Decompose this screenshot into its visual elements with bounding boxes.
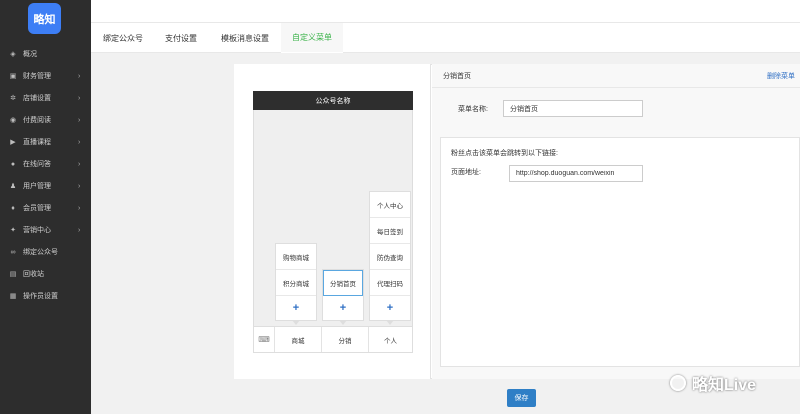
submenu-column-mall: 购物商城 积分商城 + bbox=[275, 243, 317, 325]
operator-icon: ▦ bbox=[9, 293, 17, 300]
sidebar-item-marketing[interactable]: ✦ 营销中心 › bbox=[0, 219, 91, 241]
watermark: 略知Live bbox=[670, 371, 756, 395]
sidebar-item-label: 绑定公众号 bbox=[23, 249, 58, 256]
sidebar-item-label: 用户管理 bbox=[23, 183, 51, 190]
sidebar-item-label: 直播课程 bbox=[23, 139, 51, 146]
sidebar-item-recycle-bin[interactable]: ▤ 回收站 bbox=[0, 263, 91, 285]
menu-name-label: 菜单名称: bbox=[458, 106, 488, 113]
chevron-right-icon: › bbox=[78, 94, 81, 102]
menu-item-mall[interactable]: 商城 bbox=[274, 327, 321, 352]
edit-header bbox=[432, 64, 800, 88]
page-url-label: 页面地址: bbox=[451, 169, 481, 176]
menu-item-personal[interactable]: 个人 bbox=[368, 327, 412, 352]
submenu-caret bbox=[292, 320, 300, 325]
sidebar-item-label: 付费阅读 bbox=[23, 117, 51, 124]
sidebar-item-label: 财务管理 bbox=[23, 73, 51, 80]
sidebar-item-label: 操作员设置 bbox=[23, 293, 58, 300]
submenu-item[interactable]: 积分商城 bbox=[276, 270, 316, 296]
submenu-column-distribution: 分销首页 + bbox=[322, 269, 364, 325]
top-header bbox=[91, 0, 800, 22]
menu-item-distribution[interactable]: 分销 bbox=[321, 327, 368, 352]
member-icon: ♦ bbox=[11, 204, 15, 212]
video-icon: ▶ bbox=[10, 139, 16, 146]
link-icon: ∞ bbox=[10, 248, 16, 256]
save-button[interactable]: 保存 bbox=[507, 389, 536, 407]
page-url-input[interactable] bbox=[509, 165, 643, 182]
delete-menu-link[interactable]: 删除菜单 bbox=[767, 71, 795, 81]
content-hint: 粉丝点击该菜单会跳转到以下链接: bbox=[451, 150, 558, 157]
phone-menu-bar: ⌨ 商城 分销 个人 bbox=[253, 326, 413, 353]
phone-title: 公众号名称 bbox=[253, 91, 413, 110]
sidebar-item-label: 会员管理 bbox=[23, 205, 51, 212]
sidebar-item-bind-account[interactable]: ∞ 绑定公众号 bbox=[0, 241, 91, 263]
tab-bind-account[interactable]: 绑定公众号 bbox=[94, 23, 152, 53]
chevron-right-icon: › bbox=[78, 160, 81, 168]
submenu-item[interactable]: 代理扫码 bbox=[370, 270, 410, 296]
edit-title: 分销首页 bbox=[443, 73, 471, 80]
sidebar-item-overview[interactable]: ◈ 概况 bbox=[0, 43, 91, 65]
location-icon: ● bbox=[10, 160, 16, 168]
submenu-caret bbox=[339, 320, 347, 325]
keyboard-icon[interactable]: ⌨ bbox=[254, 327, 274, 352]
tab-template-messages[interactable]: 模板消息设置 bbox=[210, 23, 280, 53]
submenu-item[interactable]: 每日签到 bbox=[370, 218, 410, 244]
add-submenu-button[interactable]: + bbox=[276, 296, 316, 320]
submenu-item[interactable]: 防伪查询 bbox=[370, 244, 410, 270]
tab-bar: 绑定公众号 支付设置 模板消息设置 自定义菜单 bbox=[91, 22, 800, 53]
eye-icon: ◉ bbox=[9, 117, 17, 124]
submenu-item-selected[interactable]: 分销首页 bbox=[323, 270, 363, 296]
chevron-right-icon: › bbox=[78, 138, 81, 146]
app-logo: 略知 bbox=[28, 3, 61, 34]
gear-icon: ✲ bbox=[10, 95, 16, 102]
sidebar-item-label: 店铺设置 bbox=[23, 95, 51, 102]
sidebar-item-paid-reading[interactable]: ◉ 付费阅读 › bbox=[0, 109, 91, 131]
add-submenu-button[interactable]: + bbox=[370, 296, 410, 320]
sidebar-item-finance[interactable]: ▣ 财务管理 › bbox=[0, 65, 91, 87]
sidebar-item-label: 营销中心 bbox=[23, 227, 51, 234]
tab-payment-settings[interactable]: 支付设置 bbox=[155, 23, 207, 53]
chevron-right-icon: › bbox=[78, 72, 81, 80]
sidebar-item-label: 回收站 bbox=[23, 271, 44, 278]
submenu-item[interactable]: 购物商城 bbox=[276, 244, 316, 270]
watermark-text: 略知Live bbox=[692, 377, 757, 394]
trash-icon: ▤ bbox=[9, 271, 17, 278]
sidebar-item-live-courses[interactable]: ▶ 直播课程 › bbox=[0, 131, 91, 153]
chevron-right-icon: › bbox=[78, 182, 81, 190]
submenu-column-personal: 个人中心 每日签到 防伪查询 代理扫码 + bbox=[369, 191, 411, 325]
sidebar: 略知 ◈ 概况 ▣ 财务管理 › ✲ 店铺设置 › ◉ 付费阅读 › ▶ 直播课… bbox=[0, 0, 91, 414]
chevron-right-icon: › bbox=[78, 226, 81, 234]
add-submenu-button[interactable]: + bbox=[323, 296, 363, 320]
tab-custom-menu[interactable]: 自定义菜单 bbox=[281, 23, 343, 53]
user-icon: ♟ bbox=[9, 183, 17, 190]
sidebar-item-label: 在线问答 bbox=[23, 161, 51, 168]
finance-icon: ▣ bbox=[9, 73, 17, 80]
menu-name-input[interactable] bbox=[503, 100, 643, 117]
sidebar-item-online-qa[interactable]: ● 在线问答 › bbox=[0, 153, 91, 175]
sidebar-item-store-settings[interactable]: ✲ 店铺设置 › bbox=[0, 87, 91, 109]
wechat-icon bbox=[670, 375, 686, 391]
submenu-caret bbox=[386, 320, 394, 325]
sidebar-item-members[interactable]: ♦ 会员管理 › bbox=[0, 197, 91, 219]
chevron-right-icon: › bbox=[78, 116, 81, 124]
layers-icon: ◈ bbox=[10, 51, 16, 58]
marketing-icon: ✦ bbox=[10, 227, 16, 234]
sidebar-item-users[interactable]: ♟ 用户管理 › bbox=[0, 175, 91, 197]
chevron-right-icon: › bbox=[78, 204, 81, 212]
sidebar-item-operators[interactable]: ▦ 操作员设置 bbox=[0, 285, 91, 307]
submenu-item[interactable]: 个人中心 bbox=[370, 192, 410, 218]
sidebar-item-label: 概况 bbox=[23, 51, 37, 58]
